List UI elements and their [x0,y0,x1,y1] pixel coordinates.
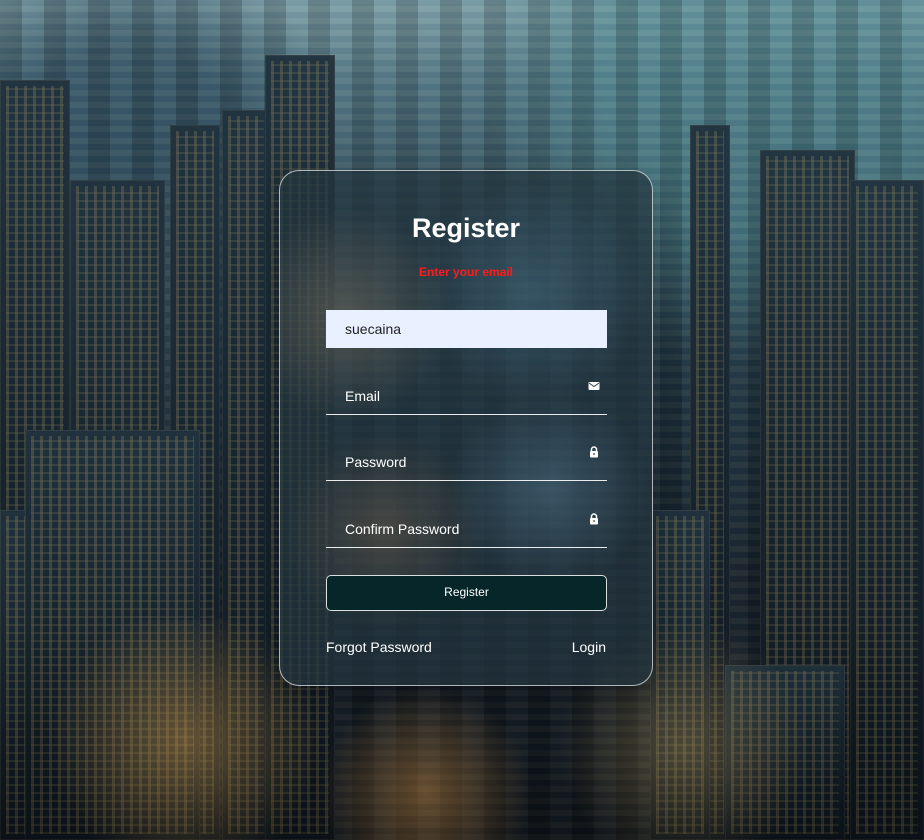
email-label: Email [345,388,381,404]
lock-icon [588,445,600,458]
register-button[interactable]: Register [326,575,607,611]
forgot-password-link[interactable]: Forgot Password [326,639,432,655]
username-input[interactable]: suecaina [326,310,607,348]
mail-icon [588,379,600,391]
login-link[interactable]: Login [572,639,606,655]
register-card: Register Enter your email suecaina Email… [279,170,653,686]
email-field[interactable]: Email [326,376,607,415]
confirm-password-label: Confirm Password [345,521,460,537]
confirm-password-field[interactable]: Confirm Password [326,509,607,548]
page-title: Register [411,213,521,243]
error-message: Enter your email [418,265,514,279]
password-label: Password [345,454,407,470]
lock-icon [588,512,600,525]
password-field[interactable]: Password [326,442,607,481]
